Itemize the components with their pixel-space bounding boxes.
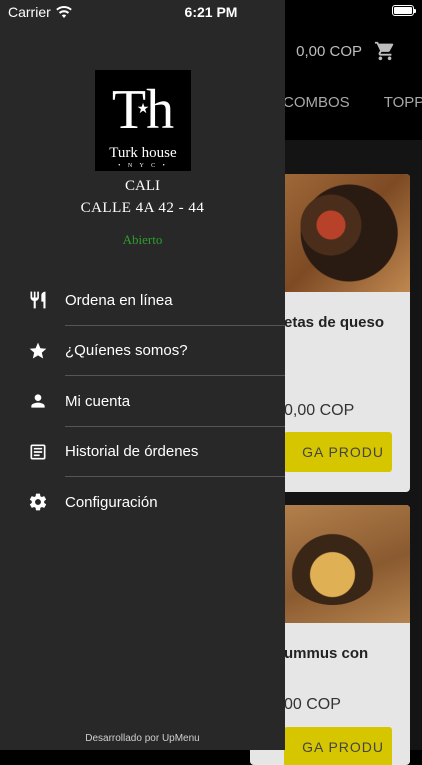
menu-item-about-us[interactable]: ¿Quíenes somos?: [0, 326, 285, 376]
cart-icon: [374, 41, 394, 61]
menu-item-label: Ordena en línea: [65, 291, 173, 309]
menu-item-label: Mi cuenta: [65, 392, 131, 410]
product-title: ummus con: [284, 645, 369, 662]
battery-icon: [392, 5, 416, 16]
product-price: 00 COP: [284, 696, 341, 713]
menu-item-order-online[interactable]: Ordena en línea: [0, 275, 285, 326]
drawer-menu: Ordena en línea ¿Quíenes somos? Mi cuent…: [0, 275, 285, 528]
location-city: CALI: [125, 178, 160, 194]
cart-total: 0,00 COP: [296, 42, 362, 60]
add-product-button[interactable]: GA PRODU: [284, 727, 392, 765]
menu-item-label: Historial de órdenes: [65, 443, 199, 461]
add-product-button[interactable]: GA PRODU: [284, 432, 392, 472]
fork-knife-icon: [28, 290, 48, 310]
menu-item-label: ¿Quíenes somos?: [65, 342, 188, 360]
menu-item-my-account[interactable]: Mi cuenta: [0, 376, 285, 427]
menu-item-label: Configuración: [65, 493, 158, 511]
product-title: etas de queso: [284, 314, 385, 331]
status-time: 6:21 PM: [184, 4, 238, 20]
logo-text: Turk house: [109, 145, 177, 161]
navigation-drawer: Th ★ Turk house • N Y C • CALI CALLE 4A …: [0, 0, 285, 750]
tab-toppings[interactable]: TOPPI: [384, 94, 422, 111]
status-bar: Carrier 6:21 PM: [0, 0, 422, 24]
category-tabs: COMBOS TOPPI: [283, 94, 422, 111]
gear-icon: [28, 492, 48, 512]
star-icon: [28, 341, 48, 361]
location-address: CALLE 4A 42 - 44: [80, 200, 205, 216]
svg-text:• N Y C •: • N Y C •: [118, 163, 167, 169]
tab-combos[interactable]: COMBOS: [283, 94, 350, 111]
menu-item-order-history[interactable]: Historial de órdenes: [0, 427, 285, 477]
product-price: 0,00 COP: [284, 402, 355, 419]
open-status: Abierto: [122, 232, 163, 247]
restaurant-logo: Th ★ Turk house • N Y C •: [95, 70, 191, 171]
receipt-icon: [28, 442, 48, 462]
developer-credit[interactable]: Desarrollado por UpMenu: [0, 733, 285, 744]
svg-text:★: ★: [137, 100, 150, 116]
menu-item-settings[interactable]: Configuración: [0, 477, 285, 528]
person-icon: [28, 391, 48, 411]
cart-button[interactable]: 0,00 COP: [296, 40, 396, 62]
